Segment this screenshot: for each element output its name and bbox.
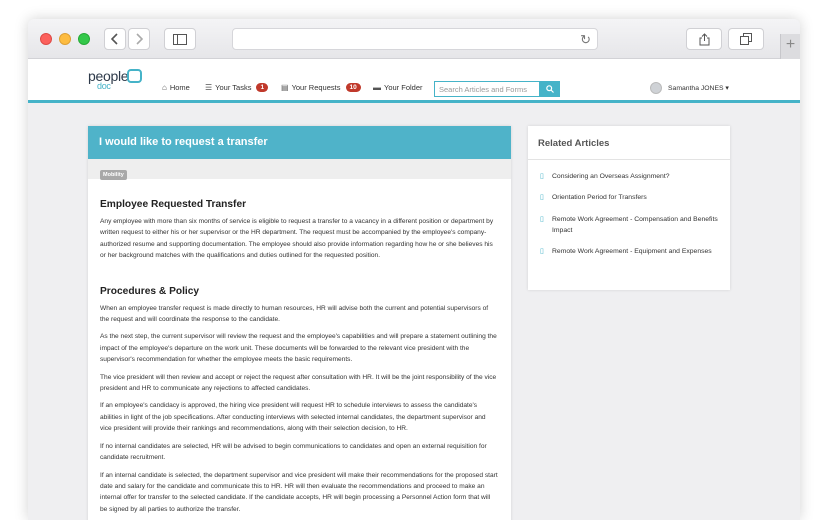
paragraph: When an employee transfer request is mad… <box>100 304 489 324</box>
related-article-label: Orientation Period for Transfers <box>552 194 647 201</box>
paragraph: If no internal candidates are selected, … <box>100 442 487 462</box>
related-article-label: Considering an Overseas Assignment? <box>552 173 670 180</box>
browser-window: ↻ + people doc ⌂ Home ☰ Your Tasks 1 ▤ Y… <box>28 19 800 520</box>
logo-subtext: doc <box>97 81 111 91</box>
chevron-right-icon <box>136 33 143 45</box>
requests-count-badge: 10 <box>345 83 361 92</box>
article-card: I would like to request a transfer Mobil… <box>88 126 511 520</box>
avatar[interactable] <box>650 82 662 94</box>
category-tag[interactable]: Mobility <box>100 170 127 180</box>
related-articles-title: Related Articles <box>528 126 730 160</box>
paragraph: If an internal candidate is selected, th… <box>100 471 498 513</box>
document-icon: ▯ <box>540 173 544 180</box>
related-article-link[interactable]: ▯ Orientation Period for Transfers <box>540 192 720 203</box>
nav-requests[interactable]: ▤ Your Requests 10 <box>281 83 361 92</box>
section-heading: Procedures & Policy <box>100 285 200 297</box>
home-icon: ⌂ <box>162 83 167 92</box>
paragraph: As the next step, the current supervisor… <box>100 333 497 364</box>
close-window-button[interactable] <box>40 33 52 45</box>
sidebar-icon <box>173 33 187 45</box>
article-tags: Mobility <box>88 159 511 180</box>
app-navbar: people doc ⌂ Home ☰ Your Tasks 1 ▤ Your … <box>28 59 800 103</box>
minimize-window-button[interactable] <box>59 33 71 45</box>
nav-folder-label: Your Folder <box>384 83 423 92</box>
paragraph: The vice president will then review and … <box>100 373 497 393</box>
article-body: Employee Requested Transfer Any employee… <box>88 199 511 515</box>
related-article-label: Remote Work Agreement - Compensation and… <box>552 216 718 234</box>
user-menu[interactable]: Samantha JONES ▾ <box>668 84 729 92</box>
inbox-icon: ▤ <box>281 83 289 92</box>
paragraph: Any employee with more than six months o… <box>100 218 494 260</box>
nav-tasks-label: Your Tasks <box>215 83 252 92</box>
search-button[interactable] <box>540 81 560 97</box>
tabs-button[interactable] <box>728 28 764 50</box>
document-icon: ▯ <box>540 194 544 201</box>
back-button[interactable] <box>104 28 126 50</box>
document-icon: ▯ <box>540 248 544 255</box>
share-button[interactable] <box>686 28 722 50</box>
reload-icon[interactable]: ↻ <box>580 32 591 48</box>
chevron-left-icon <box>111 33 118 45</box>
peopledoc-logo[interactable]: people doc <box>88 68 129 91</box>
nav-folder[interactable]: ▬ Your Folder <box>373 83 423 92</box>
tasks-count-badge: 1 <box>256 83 269 92</box>
page-viewport: people doc ⌂ Home ☰ Your Tasks 1 ▤ Your … <box>28 59 800 520</box>
search-icon <box>546 85 554 93</box>
new-tab-button[interactable]: + <box>780 34 800 59</box>
nav-tasks[interactable]: ☰ Your Tasks 1 <box>205 83 269 92</box>
section-heading: Employee Requested Transfer <box>100 199 247 210</box>
document-icon: ▯ <box>540 216 544 223</box>
forward-button[interactable] <box>128 28 150 50</box>
share-icon <box>699 32 709 45</box>
related-article-link[interactable]: ▯ Remote Work Agreement - Compensation a… <box>540 214 720 236</box>
nav-requests-label: Your Requests <box>291 83 341 92</box>
related-articles-panel: Related Articles ▯ Considering an Overse… <box>528 126 730 290</box>
related-article-link[interactable]: ▯ Considering an Overseas Assignment? <box>540 171 720 182</box>
paragraph: If an employee's candidacy is approved, … <box>100 402 486 433</box>
related-article-link[interactable]: ▯ Remote Work Agreement - Equipment and … <box>540 246 720 257</box>
sidebar-button[interactable] <box>164 28 196 50</box>
zoom-window-button[interactable] <box>78 33 90 45</box>
folder-icon: ▬ <box>373 83 381 92</box>
related-article-label: Remote Work Agreement - Equipment and Ex… <box>552 248 712 255</box>
browser-toolbar: ↻ + <box>28 19 800 59</box>
list-icon: ☰ <box>205 83 213 92</box>
address-bar[interactable]: ↻ <box>232 28 598 50</box>
tabs-icon <box>740 33 752 45</box>
search-input[interactable]: Search Articles and Forms <box>434 81 540 97</box>
logo-mark-icon <box>127 69 142 83</box>
nav-home[interactable]: ⌂ Home <box>162 83 190 92</box>
article-title: I would like to request a transfer <box>88 126 511 159</box>
nav-home-label: Home <box>169 83 190 92</box>
